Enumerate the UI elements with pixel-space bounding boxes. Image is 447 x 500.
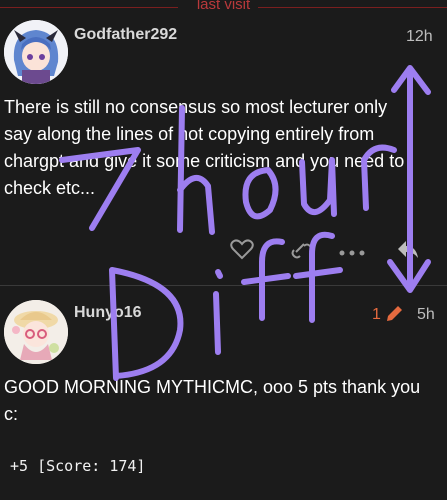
post-body-line: chargpt and give it some criticism and y…: [4, 151, 405, 171]
more-button[interactable]: [338, 245, 366, 256]
avatar[interactable]: [4, 300, 68, 364]
pencil-icon: [387, 306, 402, 321]
code-block: +5 [Score: 174]: [10, 457, 146, 475]
post-body-line: c:: [4, 404, 19, 424]
avatar[interactable]: [4, 20, 68, 84]
like-button[interactable]: [230, 238, 254, 260]
avatar-image: [4, 300, 68, 364]
edit-count[interactable]: 1: [372, 306, 381, 324]
edit-history-button[interactable]: [384, 304, 404, 324]
like-icon: [230, 239, 254, 260]
post-body-line: say along the lines of not copying entir…: [4, 124, 375, 144]
post-body-line: GOOD MORNING MYTHICMC, ooo 5 pts thank y…: [4, 377, 421, 397]
link-icon: [291, 243, 313, 259]
reply-icon: [398, 241, 418, 258]
avatar-image: [4, 20, 68, 84]
post-hunyo16: Hunyo16 1 5h GOOD MORNING MYTHICMC, ooo …: [0, 286, 447, 500]
reply-button[interactable]: [396, 238, 420, 260]
post-username[interactable]: Hunyo16: [74, 304, 142, 322]
post-body: GOOD MORNING MYTHICMC, ooo 5 pts thank y…: [4, 374, 434, 428]
more-icon: [339, 250, 365, 256]
post-time[interactable]: 12h: [406, 28, 433, 46]
post-time[interactable]: 5h: [417, 306, 435, 324]
share-link-button[interactable]: [290, 238, 314, 260]
post-username[interactable]: Godfather292: [74, 26, 177, 44]
post-body-line: check etc...: [4, 178, 96, 198]
post-godfather292: Godfather292 12h There is still no conse…: [0, 0, 447, 285]
post-body: There is still no consensus so most lect…: [4, 94, 434, 202]
post-body-line: There is still no consensus so most lect…: [4, 97, 388, 117]
